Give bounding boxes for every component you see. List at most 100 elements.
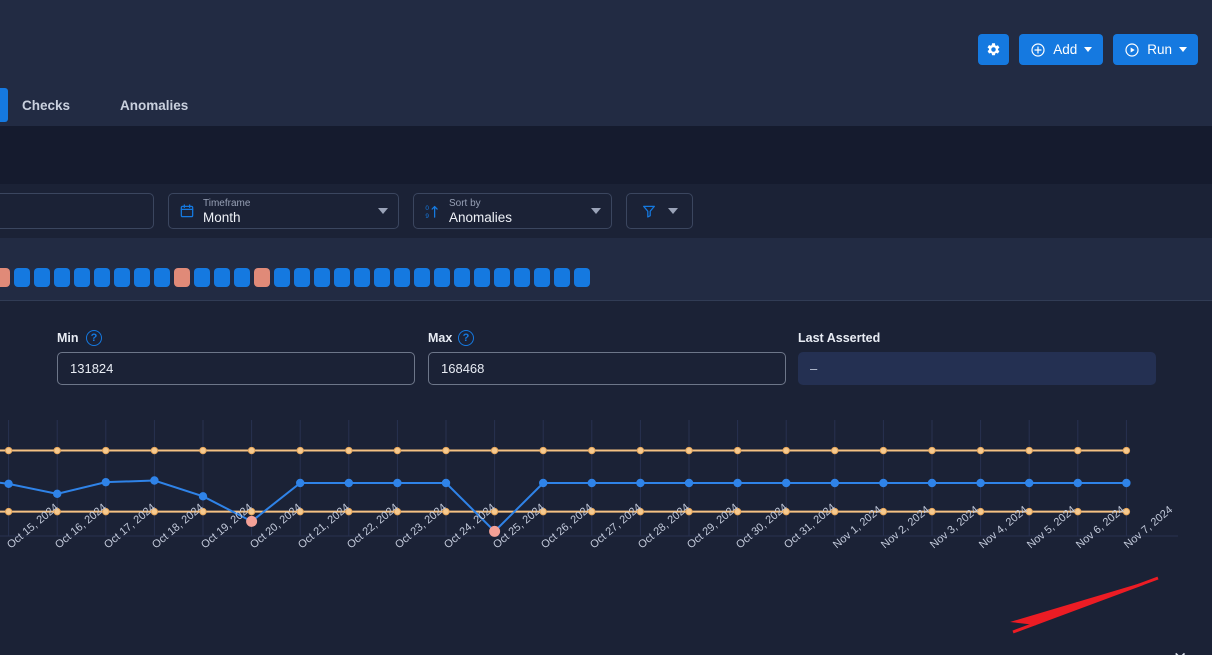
- sortby-label: Sort by: [449, 197, 481, 209]
- bound-point: [490, 446, 499, 455]
- divider: [0, 300, 1212, 301]
- bound-point: [296, 446, 304, 455]
- chevron-down-icon[interactable]: [591, 208, 601, 214]
- timeframe-value: Month: [203, 209, 241, 225]
- anomaly-point: [246, 515, 258, 527]
- status-square[interactable]: [494, 268, 510, 287]
- bound-point: [782, 446, 790, 455]
- status-square[interactable]: [374, 268, 390, 287]
- bound-point: [879, 446, 888, 455]
- value-point: [198, 492, 208, 501]
- value-point: [927, 478, 937, 488]
- run-button[interactable]: Run: [1113, 34, 1198, 65]
- value-point: [1025, 478, 1034, 488]
- status-square[interactable]: [314, 268, 330, 287]
- value-point: [53, 489, 62, 499]
- bound-point: [53, 446, 61, 455]
- chevron-down-icon[interactable]: [378, 208, 388, 214]
- tab-list: Checks Anomalies: [0, 86, 206, 126]
- toolbar-actions: Add Run: [978, 34, 1198, 65]
- bound-point: [928, 446, 936, 455]
- bound-point: [4, 507, 13, 516]
- status-square[interactable]: [14, 268, 30, 287]
- svg-text:9: 9: [425, 212, 429, 219]
- bound-point: [247, 446, 256, 455]
- status-square[interactable]: [194, 268, 210, 287]
- last-asserted-input[interactable]: [798, 352, 1156, 385]
- funnel-icon: [641, 203, 657, 219]
- gear-icon: [986, 42, 1001, 57]
- sortby-field[interactable]: 09 Sort by Anomalies: [413, 193, 612, 229]
- status-square[interactable]: [474, 268, 490, 287]
- status-square[interactable]: [534, 268, 550, 287]
- value-point: [782, 478, 791, 488]
- run-label: Run: [1147, 42, 1172, 57]
- status-square[interactable]: [214, 268, 230, 287]
- status-square[interactable]: [234, 268, 250, 287]
- status-square[interactable]: [254, 268, 270, 287]
- min-input[interactable]: [57, 352, 415, 385]
- status-square[interactable]: [354, 268, 370, 287]
- value-point: [150, 476, 159, 485]
- status-square[interactable]: [154, 268, 170, 287]
- chevron-down-icon[interactable]: [668, 208, 678, 214]
- last-asserted-label: Last Asserted: [798, 331, 881, 345]
- chevron-down-icon: [1084, 47, 1093, 52]
- app-root: Add Run Checks Anomalies e 024: [0, 0, 1212, 655]
- value-point: [684, 478, 694, 488]
- add-button[interactable]: Add: [1019, 34, 1104, 65]
- value-point: [636, 478, 645, 488]
- status-square[interactable]: [514, 268, 530, 287]
- bound-point: [588, 446, 596, 455]
- value-point: [4, 479, 13, 489]
- status-square[interactable]: [454, 268, 470, 287]
- filter-bar: e 024 Timeframe Month 09 Sort by Anomali…: [0, 184, 1212, 408]
- status-square[interactable]: [294, 268, 310, 287]
- chevron-down-icon: [1179, 47, 1187, 52]
- status-square[interactable]: [74, 268, 90, 287]
- status-square[interactable]: [334, 268, 350, 287]
- calendar-icon: [179, 203, 195, 219]
- tab-checks[interactable]: Checks: [0, 86, 88, 126]
- filter-button[interactable]: [626, 193, 693, 229]
- settings-button[interactable]: [978, 34, 1010, 65]
- status-square[interactable]: [134, 268, 150, 287]
- status-square[interactable]: [34, 268, 50, 287]
- value-point: [296, 478, 305, 488]
- status-square[interactable]: [574, 268, 590, 287]
- value-point: [587, 478, 596, 488]
- question-circle-icon[interactable]: ?: [86, 330, 102, 346]
- status-square[interactable]: [414, 268, 430, 287]
- max-label: Max: [428, 331, 453, 345]
- status-square[interactable]: [54, 268, 70, 287]
- value-point: [1122, 478, 1131, 488]
- value-point: [539, 478, 548, 488]
- value-point: [976, 478, 985, 488]
- value-point: [830, 478, 839, 488]
- status-square[interactable]: [554, 268, 570, 287]
- status-square[interactable]: [394, 268, 410, 287]
- status-square[interactable]: [114, 268, 130, 287]
- max-input[interactable]: [428, 352, 786, 385]
- date-field[interactable]: e 024: [0, 193, 154, 229]
- status-square[interactable]: [174, 268, 190, 287]
- timeframe-field[interactable]: Timeframe Month: [168, 193, 399, 229]
- status-square[interactable]: [274, 268, 290, 287]
- bound-point: [442, 446, 450, 455]
- value-point: [733, 478, 742, 488]
- status-square[interactable]: [434, 268, 450, 287]
- question-circle-icon[interactable]: ?: [458, 330, 474, 346]
- check-row: 2 Check #78463 (7 Days): [0, 238, 1212, 544]
- bound-point: [733, 446, 742, 455]
- status-square[interactable]: [0, 268, 10, 287]
- date-field-label: e: [0, 198, 143, 209]
- add-label: Add: [1053, 42, 1078, 57]
- bound-point: [636, 446, 645, 455]
- play-circle-icon: [1124, 42, 1140, 58]
- status-square[interactable]: [94, 268, 110, 287]
- page-header-spacer: [0, 126, 1212, 184]
- value-point: [393, 478, 402, 488]
- value-point: [101, 477, 111, 487]
- bound-point: [685, 446, 693, 455]
- tab-anomalies[interactable]: Anomalies: [88, 86, 206, 126]
